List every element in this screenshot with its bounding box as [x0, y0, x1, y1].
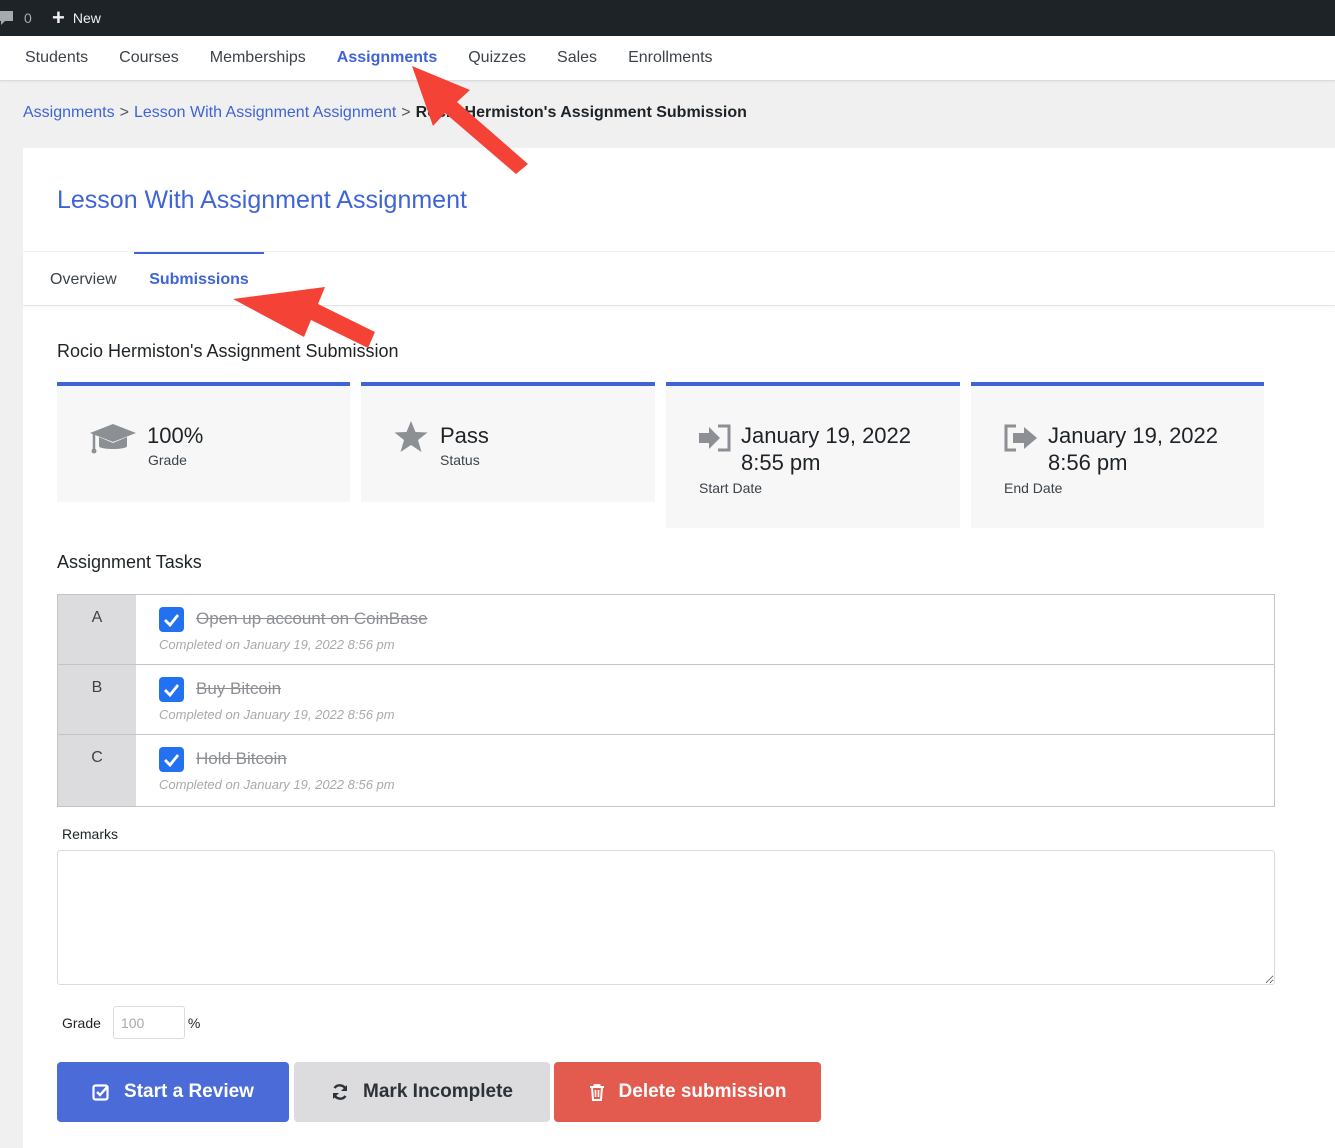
start-date-label: Start Date [699, 480, 763, 496]
status-value: Pass [440, 423, 489, 448]
breadcrumb-separator: > [401, 104, 411, 121]
grade-row: Grade % [62, 1006, 200, 1039]
star-icon [394, 421, 428, 452]
task-letter: C [58, 735, 136, 806]
nav-quizzes[interactable]: Quizzes [468, 49, 526, 67]
trash-icon [589, 1084, 604, 1101]
task-checkbox[interactable] [159, 607, 184, 632]
sign-out-icon [1004, 424, 1037, 452]
tasks-title: Assignment Tasks [57, 552, 202, 572]
refresh-icon [332, 1084, 348, 1100]
nav-memberships[interactable]: Memberships [210, 49, 306, 67]
task-row: A Open up account on CoinBase Completed … [58, 595, 1274, 665]
breadcrumb-assignment[interactable]: Lesson With Assignment Assignment [134, 104, 396, 121]
mark-incomplete-button[interactable]: Mark Incomplete [294, 1062, 550, 1122]
remarks-textarea[interactable] [57, 850, 1275, 985]
grade-input-label: Grade [62, 1014, 101, 1031]
stat-grade: 100% Grade [57, 382, 350, 502]
end-date-value: January 19, 2022 8:56 pm [1048, 422, 1218, 476]
task-text: Buy Bitcoin [196, 679, 282, 698]
submission-title: Rocio Hermiston's Assignment Submission [57, 341, 399, 361]
task-completed-date: Completed on January 19, 2022 8:56 pm [159, 637, 395, 652]
delete-submission-label: Delete submission [618, 1081, 787, 1102]
check-icon [164, 754, 180, 768]
task-text: Hold Bitcoin [196, 749, 287, 768]
top-nav: Students Courses Memberships Assignments… [0, 36, 1335, 81]
start-review-label: Start a Review [124, 1081, 254, 1102]
task-letter: B [58, 665, 136, 734]
nav-assignments[interactable]: Assignments [337, 49, 437, 67]
remarks-label: Remarks [62, 826, 119, 842]
start-time: 8:55 pm [741, 450, 821, 475]
comments-link[interactable]: 0 [0, 9, 46, 27]
task-checkbox[interactable] [159, 747, 184, 772]
start-date-value: January 19, 2022 8:55 pm [741, 422, 911, 476]
task-row: C Hold Bitcoin Completed on January 19, … [58, 735, 1274, 806]
breadcrumb: Assignments > Lesson With Assignment Assig… [23, 104, 747, 122]
grade-label: Grade [148, 452, 187, 468]
end-date-label: End Date [1004, 480, 1063, 496]
grade-unit: % [187, 1014, 201, 1031]
check-square-icon [92, 1084, 109, 1101]
nav-students[interactable]: Students [25, 49, 88, 67]
task-completed-date: Completed on January 19, 2022 8:56 pm [159, 707, 395, 722]
nav-courses[interactable]: Courses [119, 49, 179, 67]
grade-value: 100% [147, 423, 204, 448]
main-panel: Lesson With Assignment Assignment Overvi… [23, 148, 1335, 1148]
graduation-cap-icon [90, 424, 136, 454]
plus-icon: + [52, 5, 65, 30]
start-review-button[interactable]: Start a Review [57, 1062, 289, 1122]
task-checkbox[interactable] [159, 677, 184, 702]
task-list: A Open up account on CoinBase Completed … [57, 594, 1275, 807]
tab-overview[interactable]: Overview [50, 252, 117, 306]
mark-incomplete-label: Mark Incomplete [363, 1081, 513, 1102]
nav-sales[interactable]: Sales [557, 49, 597, 67]
check-icon [164, 614, 180, 628]
task-text: Open up account on CoinBase [196, 609, 428, 628]
breadcrumb-separator: > [119, 104, 129, 121]
stat-status: Pass Status [361, 382, 655, 502]
stat-end-date: January 19, 2022 8:56 pm End Date [971, 382, 1264, 528]
tab-submissions[interactable]: Submissions [134, 252, 264, 306]
check-icon [164, 684, 180, 698]
nav-enrollments[interactable]: Enrollments [628, 49, 712, 67]
comment-count: 0 [24, 10, 32, 26]
page-title: Lesson With Assignment Assignment [57, 186, 467, 214]
end-date: January 19, 2022 [1048, 423, 1219, 448]
admin-bar: 0 + New [0, 0, 1335, 36]
breadcrumb-current: Rocio Hermiston's Assignment Submission [415, 104, 747, 121]
end-time: 8:56 pm [1048, 450, 1128, 475]
sign-in-icon [699, 424, 731, 452]
stat-start-date: January 19, 2022 8:55 pm Start Date [666, 382, 960, 528]
grade-input[interactable] [112, 1006, 185, 1039]
tab-bar: Overview Submissions [23, 251, 1335, 306]
status-label: Status [440, 452, 480, 468]
task-letter: A [58, 595, 136, 664]
breadcrumb-assignments[interactable]: Assignments [23, 104, 115, 121]
delete-submission-button[interactable]: Delete submission [554, 1062, 821, 1122]
start-date: January 19, 2022 [741, 423, 912, 448]
new-label: New [72, 10, 101, 26]
new-content-link[interactable]: + New [52, 7, 101, 29]
comment-icon [0, 11, 13, 25]
task-row: B Buy Bitcoin Completed on January 19, 2… [58, 665, 1274, 735]
task-completed-date: Completed on January 19, 2022 8:56 pm [159, 777, 395, 792]
